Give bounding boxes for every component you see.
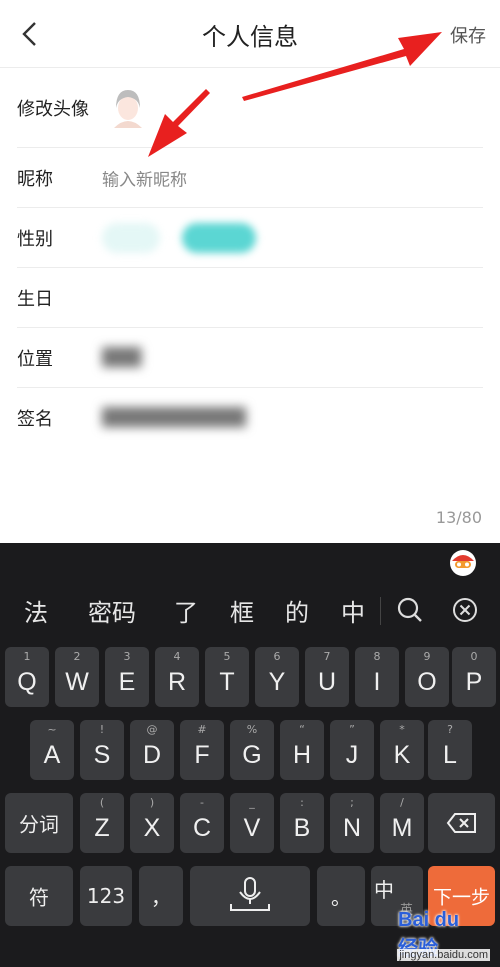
baidu-url: jingyan.baidu.com: [397, 949, 490, 961]
signature-row[interactable]: 签名 ███████████: [0, 388, 500, 448]
profile-form: 修改头像 昵称 输入新昵称 性别 生日 位置 ███ 签名 ██████████…: [0, 68, 500, 448]
birthday-row[interactable]: 生日: [0, 268, 500, 328]
signature-value: ███████████: [102, 408, 246, 428]
key-n[interactable]: ; N: [330, 793, 374, 853]
candidate-bar: 法 密码 了 框 的 中: [0, 583, 500, 639]
key-z[interactable]: (Z: [80, 793, 124, 853]
gender-option-1[interactable]: [102, 223, 160, 253]
key-c[interactable]: -C: [180, 793, 224, 853]
nickname-row: 昵称 输入新昵称: [0, 148, 500, 208]
key-q[interactable]: 1Q: [5, 647, 49, 707]
key-o[interactable]: 9O: [405, 647, 449, 707]
page-title: 个人信息: [202, 23, 298, 51]
location-label: 位置: [17, 349, 53, 370]
key-s[interactable]: ! S: [80, 720, 124, 780]
key-p[interactable]: 0P: [452, 647, 496, 707]
candidate-word[interactable]: 密码: [88, 593, 136, 628]
candidate-separator: [380, 597, 381, 625]
baidu-watermark: Bai du 经验 jingyan.baidu.com: [397, 907, 494, 963]
key-v[interactable]: _ V: [230, 793, 274, 853]
nickname-label: 昵称: [17, 169, 53, 190]
microphone-icon: [230, 877, 270, 911]
key-g[interactable]: % G: [230, 720, 274, 780]
comma-key[interactable]: ，: [139, 866, 183, 926]
key-r[interactable]: 4R: [155, 647, 199, 707]
save-button[interactable]: 保存: [450, 22, 486, 48]
nickname-input[interactable]: 输入新昵称: [102, 166, 187, 191]
candidate-word[interactable]: 框: [230, 593, 254, 628]
backspace-icon: [446, 813, 476, 833]
candidate-word[interactable]: 法: [24, 593, 48, 628]
keyboard-toolbar: [0, 543, 500, 581]
key-i[interactable]: 8I: [355, 647, 399, 707]
mascot-icon[interactable]: [448, 547, 478, 577]
avatar[interactable]: [108, 84, 148, 132]
birthday-label: 生日: [17, 289, 53, 310]
key-b[interactable]: :B: [280, 793, 324, 853]
key-m[interactable]: / M: [380, 793, 424, 853]
period-key[interactable]: 。: [317, 866, 365, 926]
location-row[interactable]: 位置 ███: [0, 328, 500, 388]
avatar-label: 修改头像: [17, 99, 89, 120]
candidate-word[interactable]: 了: [174, 593, 198, 628]
key-y[interactable]: 6Y: [255, 647, 299, 707]
key-x[interactable]: ) X: [130, 793, 174, 853]
header-bar: 个人信息 保存: [0, 0, 500, 68]
avatar-row[interactable]: 修改头像: [0, 68, 500, 148]
close-circle-icon[interactable]: [450, 595, 480, 625]
symbol-key[interactable]: 符: [5, 866, 73, 926]
soft-keyboard: 法 密码 了 框 的 中 1Q 2W 3E 4R 5T 6Y 7U 8I 9O …: [0, 543, 500, 967]
gender-option-2[interactable]: [182, 223, 256, 253]
signature-label: 签名: [17, 409, 53, 430]
key-a[interactable]: ~ A: [30, 720, 74, 780]
search-icon[interactable]: [395, 595, 425, 625]
key-d[interactable]: @ D: [130, 720, 174, 780]
space-voice-key[interactable]: [190, 866, 310, 926]
key-u[interactable]: 7U: [305, 647, 349, 707]
key-w[interactable]: 2W: [55, 647, 99, 707]
key-e[interactable]: 3E: [105, 647, 149, 707]
gender-row: 性别: [0, 208, 500, 268]
location-value: ███: [102, 348, 142, 368]
key-h[interactable]: “H: [280, 720, 324, 780]
lang-main-label: 中: [374, 878, 394, 902]
key-l[interactable]: ? L: [428, 720, 472, 780]
key-f[interactable]: # F: [180, 720, 224, 780]
key-t[interactable]: 5T: [205, 647, 249, 707]
gender-label: 性别: [17, 229, 53, 250]
candidate-word[interactable]: 中: [341, 593, 365, 628]
key-k[interactable]: * K: [380, 720, 424, 780]
backspace-key[interactable]: [428, 793, 495, 853]
number-key[interactable]: 123: [80, 866, 132, 926]
candidate-word[interactable]: 的: [285, 593, 309, 628]
fenci-key[interactable]: 分词: [5, 793, 73, 853]
key-j[interactable]: ” J: [330, 720, 374, 780]
char-counter: 13/80: [435, 508, 482, 527]
